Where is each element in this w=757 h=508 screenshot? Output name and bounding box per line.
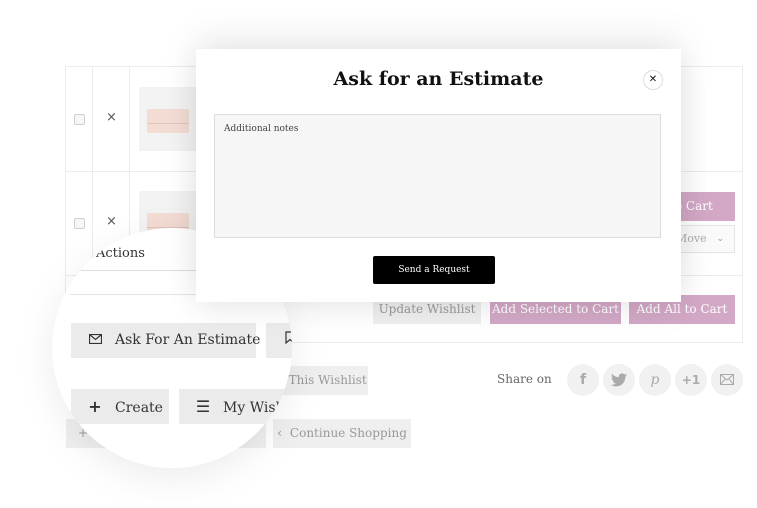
my-wishlists-button[interactable]: ☰ My Wishlists (179, 389, 292, 424)
row-checkbox[interactable] (74, 114, 85, 125)
modal-title: Ask for an Estimate (333, 68, 544, 90)
continue-shopping-button[interactable]: ‹ Continue Shopping (273, 419, 411, 448)
estimate-modal: Ask for an Estimate ✕ Send a Request (196, 49, 681, 302)
plus-icon: + (88, 397, 102, 416)
close-icon[interactable]: ✕ (643, 70, 663, 90)
email-share-icon[interactable] (711, 364, 743, 396)
remove-icon[interactable]: × (106, 110, 117, 125)
create-label: Create (115, 400, 163, 416)
my-wishlists-label: My Wishlists (223, 400, 292, 416)
additional-notes-textarea[interactable] (214, 114, 661, 238)
remove-icon[interactable]: × (106, 214, 117, 229)
envelope-icon (85, 323, 105, 358)
share-label: Share on (497, 372, 552, 386)
ask-estimate-label: Ask For An Estimate (115, 332, 261, 348)
continue-shopping-label: Continue Shopping (289, 426, 407, 440)
bag-image (147, 109, 189, 133)
actions-select-value: Actions (96, 246, 145, 261)
product-thumbnail[interactable] (139, 87, 197, 151)
pinterest-icon[interactable]: p (639, 364, 671, 396)
ask-estimate-button[interactable]: Ask For An Estimate (71, 323, 260, 358)
bookmark-icon (280, 323, 292, 358)
facebook-icon[interactable]: f (567, 364, 599, 396)
list-icon: ☰ (195, 397, 211, 416)
twitter-icon[interactable] (603, 364, 635, 396)
send-request-button[interactable]: Send a Request (373, 256, 495, 284)
chevron-down-icon: ⌄ (716, 234, 724, 244)
bookmark-button[interactable] (266, 323, 292, 358)
create-wishlist-button[interactable]: + Create (71, 389, 169, 424)
google-plus-icon[interactable]: +1 (675, 364, 707, 396)
